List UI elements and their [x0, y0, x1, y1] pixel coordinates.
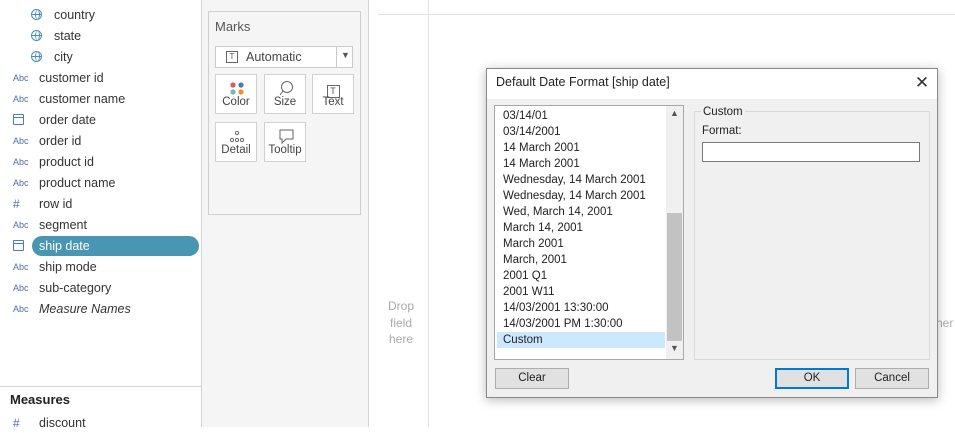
drop-field-zone[interactable]: Drop field here [383, 298, 419, 348]
date-format-option[interactable]: March, 2001 [497, 252, 665, 268]
data-pane: country state city Abc customer id Abc custome… [0, 0, 202, 430]
list-scrollbar[interactable]: ▲ ▼ [666, 106, 683, 359]
field-label: product name [39, 176, 116, 190]
number-type-icon: # [13, 197, 20, 211]
field-item[interactable]: Abc customer id [0, 68, 201, 88]
date-format-option[interactable]: Wednesday, 14 March 2001 [497, 188, 665, 204]
field-label: order id [39, 134, 82, 148]
field-item[interactable]: Abc sub-category [0, 278, 201, 298]
color-button[interactable]: Color [215, 74, 257, 114]
section-divider [0, 386, 201, 387]
drop-field-line: here [388, 332, 414, 346]
field-item[interactable]: Abc order id [0, 131, 201, 151]
detail-dots-icon [229, 130, 245, 143]
drop-field-zone-right[interactable]: her [936, 316, 953, 330]
field-label: city [54, 50, 73, 64]
text-type-icon: Abc [13, 136, 29, 146]
text-button[interactable]: T Text [312, 74, 354, 114]
format-label: Format: [702, 125, 742, 137]
field-item[interactable]: Abc ship mode [0, 257, 201, 277]
date-format-option[interactable]: 2001 Q1 [497, 268, 665, 284]
date-format-option[interactable]: Wednesday, 14 March 2001 [497, 172, 665, 188]
scroll-down-icon[interactable]: ▼ [666, 343, 683, 357]
field-label: state [54, 29, 82, 43]
detail-button-label: Detail [221, 144, 251, 156]
date-format-option[interactable]: 14 March 2001 [497, 156, 665, 172]
field-label: ship mode [39, 260, 97, 274]
field-label: row id [39, 197, 73, 211]
custom-group-label: Custom [701, 106, 745, 118]
ok-button[interactable]: OK [775, 368, 849, 389]
close-icon[interactable]: ✕ [911, 72, 933, 94]
tooltip-button-label: Tooltip [268, 144, 302, 156]
detail-button[interactable]: Detail [215, 122, 257, 162]
date-format-option[interactable]: March 2001 [497, 236, 665, 252]
text-type-icon: Abc [13, 157, 29, 167]
date-format-option[interactable]: 03/14/2001 [497, 124, 665, 140]
text-type-icon: Abc [13, 94, 29, 104]
format-input[interactable] [702, 142, 920, 162]
measure-item[interactable]: # discount [0, 413, 201, 433]
drop-field-line: Drop [387, 299, 414, 313]
field-label: order date [39, 113, 96, 127]
tooltip-button[interactable]: Tooltip [264, 122, 306, 162]
scroll-up-icon[interactable]: ▲ [666, 108, 683, 122]
size-button-label: Size [273, 96, 297, 108]
date-format-option[interactable]: Custom [497, 332, 665, 348]
field-item[interactable]: ship date [0, 236, 201, 256]
mark-type-dropdown[interactable]: T Automatic ▼ [215, 46, 353, 68]
field-label: sub-category [39, 281, 112, 295]
date-format-option[interactable]: 03/14/01 [497, 108, 665, 124]
chevron-down-icon[interactable]: ▼ [341, 50, 350, 60]
marks-title: Marks [215, 19, 251, 34]
field-item[interactable]: Abc customer name [0, 89, 201, 109]
dialog-title: Default Date Format [ship date] [496, 75, 670, 89]
field-label: customer name [39, 92, 126, 106]
date-format-option[interactable]: 14/03/2001 PM 1:30:00 [497, 316, 665, 332]
field-label: ship date [39, 239, 90, 253]
text-type-icon: Abc [13, 262, 29, 272]
field-label: Measure Names [39, 302, 131, 316]
field-item[interactable]: city [0, 47, 201, 67]
date-format-option[interactable]: 2001 W11 [497, 284, 665, 300]
pane-divider [428, 0, 429, 427]
field-item[interactable]: Abc product name [0, 173, 201, 193]
date-format-option[interactable]: 14 March 2001 [497, 140, 665, 156]
color-dots-icon [230, 82, 244, 95]
text-type-icon: Abc [13, 178, 29, 188]
mark-type-value: Automatic [246, 50, 302, 64]
field-label: product id [39, 155, 94, 169]
number-type-icon: # [13, 416, 20, 430]
field-label: segment [39, 218, 87, 232]
rows-shelf-line [378, 14, 955, 15]
clear-button[interactable]: Clear [495, 368, 569, 389]
drop-field-line: field [389, 315, 412, 330]
text-type-icon: Abc [13, 283, 29, 293]
date-format-option[interactable]: March 14, 2001 [497, 220, 665, 236]
text-type-icon: Abc [13, 220, 29, 230]
date-format-option[interactable]: Wed, March 14, 2001 [497, 204, 665, 220]
text-type-icon: Abc [13, 73, 29, 83]
field-item[interactable]: Abc Measure Names [0, 299, 201, 319]
field-item[interactable]: Abc segment [0, 215, 201, 235]
field-label: customer id [39, 71, 104, 85]
field-item[interactable]: state [0, 26, 201, 46]
dropdown-separator [336, 47, 337, 67]
size-button[interactable]: Size [264, 74, 306, 114]
color-button-label: Color [222, 96, 250, 108]
text-mark-icon: T [226, 51, 238, 63]
text-button-label: Text [322, 96, 344, 108]
field-item[interactable]: order date [0, 110, 201, 130]
measure-label: discount [39, 416, 86, 430]
date-format-option[interactable]: 14/03/2001 13:30:00 [497, 300, 665, 316]
scrollbar-thumb[interactable] [667, 213, 682, 341]
field-item[interactable]: country [0, 5, 201, 25]
measures-header: Measures [10, 392, 70, 407]
field-item[interactable]: Abc product id [0, 152, 201, 172]
cancel-button[interactable]: Cancel [855, 368, 929, 389]
field-label: country [54, 8, 95, 22]
date-format-list[interactable]: 03/14/01 03/14/2001 14 March 2001 14 March … [494, 105, 684, 360]
field-item[interactable]: # row id [0, 194, 201, 214]
text-type-icon: Abc [13, 304, 29, 314]
